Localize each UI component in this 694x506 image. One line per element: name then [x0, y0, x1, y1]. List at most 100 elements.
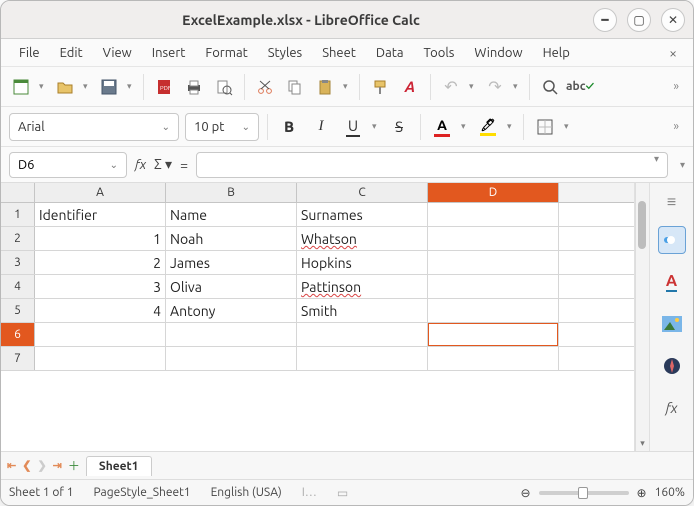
last-sheet-icon[interactable]: ⇥: [53, 459, 62, 472]
scrollbar-thumb[interactable]: [638, 201, 646, 249]
cell-C5[interactable]: Smith: [297, 299, 428, 322]
row-header[interactable]: 2: [1, 227, 35, 250]
print-icon[interactable]: [182, 75, 206, 99]
select-all-corner[interactable]: [1, 183, 35, 202]
open-icon[interactable]: [53, 75, 77, 99]
new-icon[interactable]: [9, 75, 33, 99]
paste-icon[interactable]: [313, 75, 337, 99]
pdf-export-icon[interactable]: PDF: [152, 75, 176, 99]
cell-C4[interactable]: Pattinson: [297, 275, 428, 298]
cell-B4[interactable]: Oliva: [166, 275, 297, 298]
borders-button[interactable]: [532, 114, 558, 140]
menu-edit[interactable]: Edit: [52, 43, 91, 63]
cell-C1[interactable]: Surnames: [297, 203, 428, 226]
cell-C6[interactable]: [297, 323, 428, 346]
spreadsheet-grid[interactable]: A B C D 1IdentifierNameSurnames21NoahWha…: [1, 183, 635, 451]
next-sheet-icon[interactable]: ❯: [37, 459, 46, 472]
italic-button[interactable]: I: [308, 114, 334, 140]
cell-A2[interactable]: 1: [35, 227, 166, 250]
cell-C3[interactable]: Hopkins: [297, 251, 428, 274]
cell-D1[interactable]: [428, 203, 559, 226]
font-size-combo[interactable]: 10 pt⌄: [185, 113, 259, 141]
cell-A1[interactable]: Identifier: [35, 203, 166, 226]
column-header-d[interactable]: D: [428, 183, 559, 202]
status-selection-mode[interactable]: ▭: [337, 486, 348, 500]
menu-sheet[interactable]: Sheet: [314, 43, 364, 63]
vertical-scrollbar[interactable]: ▾: [635, 183, 649, 451]
menu-tools[interactable]: Tools: [416, 43, 463, 63]
menu-styles[interactable]: Styles: [260, 43, 310, 63]
first-sheet-icon[interactable]: ⇤: [7, 459, 16, 472]
minimize-button[interactable]: ━: [593, 8, 617, 32]
cell-A5[interactable]: 4: [35, 299, 166, 322]
cell-B7[interactable]: [166, 347, 297, 370]
bold-button[interactable]: B: [276, 114, 302, 140]
cell-A7[interactable]: [35, 347, 166, 370]
dropdown-icon[interactable]: ▾: [372, 121, 380, 132]
cell-C2[interactable]: Whatson: [297, 227, 428, 250]
clear-formatting-icon[interactable]: A: [398, 75, 422, 99]
cell-A4[interactable]: 3: [35, 275, 166, 298]
dropdown-icon[interactable]: ▾: [127, 81, 135, 92]
cell-D7[interactable]: [428, 347, 559, 370]
formula-bar-expand-icon[interactable]: ▾: [676, 159, 685, 171]
zoom-out-icon[interactable]: ⊖: [520, 486, 530, 500]
dropdown-icon[interactable]: ▾: [507, 121, 515, 132]
cell-B2[interactable]: Noah: [166, 227, 297, 250]
maximize-button[interactable]: ▢: [627, 8, 651, 32]
strikethrough-button[interactable]: S: [386, 114, 412, 140]
menu-help[interactable]: Help: [535, 43, 578, 63]
redo-icon[interactable]: ↷: [483, 75, 507, 99]
undo-icon[interactable]: ↶: [439, 75, 463, 99]
function-wizard-icon[interactable]: fx: [135, 158, 146, 172]
row-header[interactable]: 4: [1, 275, 35, 298]
cell-D3[interactable]: [428, 251, 559, 274]
column-header-b[interactable]: B: [166, 183, 297, 202]
clone-formatting-icon[interactable]: [368, 75, 392, 99]
dropdown-icon[interactable]: ▾: [513, 81, 521, 92]
save-icon[interactable]: [97, 75, 121, 99]
cell-B6[interactable]: [166, 323, 297, 346]
toolbar-overflow-icon[interactable]: »: [667, 120, 685, 133]
zoom-in-icon[interactable]: ⊕: [637, 486, 647, 500]
highlight-color-button[interactable]: 🖊: [475, 114, 501, 140]
cell-A3[interactable]: 2: [35, 251, 166, 274]
row-header[interactable]: 5: [1, 299, 35, 322]
font-color-button[interactable]: A: [429, 114, 455, 140]
sidebar-gallery-icon[interactable]: [658, 310, 686, 338]
prev-sheet-icon[interactable]: ❮: [22, 459, 31, 472]
cell-D5[interactable]: [428, 299, 559, 322]
sidebar-functions-icon[interactable]: fx: [658, 394, 686, 422]
dropdown-icon[interactable]: ▾: [83, 81, 91, 92]
copy-icon[interactable]: [283, 75, 307, 99]
print-preview-icon[interactable]: [212, 75, 236, 99]
dropdown-icon[interactable]: ▾: [469, 81, 477, 92]
cell-B5[interactable]: Antony: [166, 299, 297, 322]
font-name-combo[interactable]: Arial⌄: [9, 113, 179, 141]
sidebar-menu-icon[interactable]: ≡: [667, 193, 676, 212]
underline-button[interactable]: U: [340, 114, 366, 140]
menu-insert[interactable]: Insert: [144, 43, 194, 63]
name-box[interactable]: D6⌄: [9, 152, 127, 178]
row-header[interactable]: 3: [1, 251, 35, 274]
menu-format[interactable]: Format: [197, 43, 255, 63]
column-header-a[interactable]: A: [35, 183, 166, 202]
find-icon[interactable]: [538, 75, 562, 99]
row-header[interactable]: 6: [1, 323, 35, 346]
add-sheet-icon[interactable]: ＋: [68, 457, 80, 474]
cell-B1[interactable]: Name: [166, 203, 297, 226]
menu-window[interactable]: Window: [466, 43, 530, 63]
formula-input[interactable]: [196, 152, 668, 178]
dropdown-icon[interactable]: ▾: [461, 121, 469, 132]
menu-data[interactable]: Data: [368, 43, 412, 63]
menu-file[interactable]: File: [11, 43, 48, 63]
scroll-down-icon[interactable]: ▾: [636, 436, 649, 451]
tab-sheet1[interactable]: Sheet1: [86, 456, 152, 476]
row-header[interactable]: 1: [1, 203, 35, 226]
cell-A6[interactable]: [35, 323, 166, 346]
spellcheck-icon[interactable]: abc✓: [568, 75, 592, 99]
cut-icon[interactable]: [253, 75, 277, 99]
menu-close-icon[interactable]: ×: [663, 43, 683, 63]
formula-icon[interactable]: =: [180, 157, 188, 173]
column-header-c[interactable]: C: [297, 183, 428, 202]
